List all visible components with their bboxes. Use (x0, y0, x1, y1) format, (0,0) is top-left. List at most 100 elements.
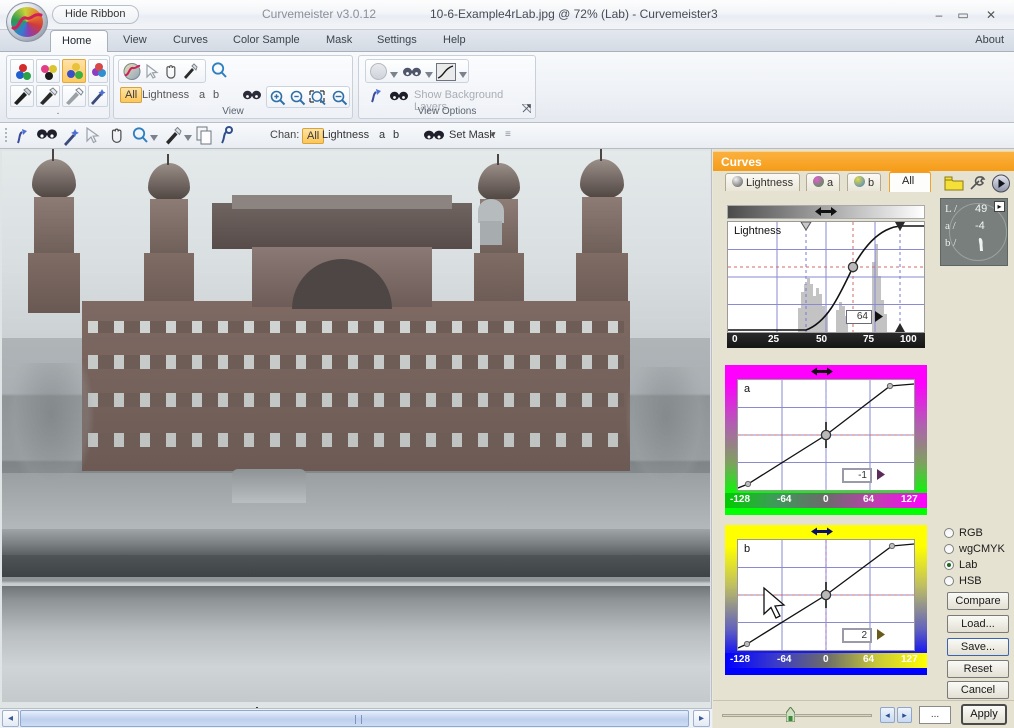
lightness-plot[interactable]: Lightness 64 (727, 221, 925, 333)
dialog-launcher-icon[interactable] (520, 103, 532, 116)
ribbon-channel-lightness[interactable]: Lightness (142, 89, 189, 101)
lab-expand-button[interactable]: ▸ (994, 201, 1005, 212)
chevron-down-icon[interactable] (459, 69, 467, 81)
zoom-magnifier-icon[interactable] (210, 61, 228, 83)
set-mask-label[interactable]: Set Mask (449, 129, 495, 149)
image-canvas[interactable] (0, 149, 712, 708)
lightness-range-handle[interactable] (815, 206, 837, 220)
set-mask-caret-icon[interactable]: ▾ (491, 129, 496, 149)
hide-ribbon-button[interactable]: Hide Ribbon (52, 5, 139, 24)
compare-button[interactable]: Compare (947, 592, 1009, 610)
mask-glasses-icon[interactable] (36, 126, 58, 146)
radio-lab[interactable]: Lab (944, 559, 1010, 573)
copy-icon[interactable] (196, 126, 213, 146)
color-ball-button-3-selected[interactable] (62, 59, 86, 83)
radio-wgcmyk[interactable]: wgCMYK (944, 543, 1010, 557)
zoom-magnifier-icon[interactable] (131, 126, 149, 146)
tab-settings[interactable]: Settings (366, 30, 428, 52)
tab-view[interactable]: View (112, 30, 158, 52)
hand-pan-icon[interactable] (163, 63, 179, 83)
reset-button[interactable]: Reset (947, 660, 1009, 678)
tab-help[interactable]: Help (432, 30, 477, 52)
radio-rgb[interactable]: RGB (944, 527, 1010, 541)
eyedropper-icon[interactable] (164, 126, 182, 146)
lab-readout[interactable]: L / 49 a / -4 b / ▸ (940, 198, 1008, 266)
ribbon-channel-all[interactable]: All (120, 87, 143, 103)
horizontal-scrollbar[interactable]: ◂ ▸ (0, 708, 712, 728)
a-plot[interactable]: a -1 (737, 379, 915, 491)
maximize-button[interactable]: ▭ (954, 7, 972, 23)
tab-home[interactable]: Home (50, 30, 108, 53)
more-options-box[interactable]: ... (919, 706, 951, 724)
lightness-value-arrow-icon[interactable] (874, 310, 884, 326)
curves-tab-lightness[interactable]: Lightness (725, 173, 801, 191)
eyedropper-white-button[interactable] (62, 85, 86, 107)
b-value-arrow-icon[interactable] (876, 628, 886, 644)
tab-color-sample[interactable]: Color Sample (222, 30, 311, 52)
mask-glasses-icon[interactable] (402, 65, 422, 82)
next-button[interactable]: ▸ (897, 707, 912, 723)
prev-button[interactable]: ◂ (880, 707, 895, 723)
minimize-button[interactable]: – (930, 7, 948, 23)
chevron-down-icon[interactable] (390, 69, 398, 81)
cancel-button[interactable]: Cancel (947, 681, 1009, 699)
tab-mask[interactable]: Mask (315, 30, 363, 52)
curves-tab-all[interactable]: All (889, 171, 931, 192)
mask-glasses-icon[interactable] (389, 89, 409, 106)
toolbar-channel-a[interactable]: a (379, 129, 385, 149)
magic-wand-button[interactable] (88, 85, 108, 107)
blend-slider-thumb[interactable] (785, 706, 796, 723)
ribbon-channel-a[interactable]: a (199, 89, 205, 101)
color-ball-button-4[interactable] (88, 59, 108, 83)
scroll-thumb[interactable] (20, 710, 689, 727)
about-link[interactable]: About (975, 34, 1004, 46)
color-ball-button-1[interactable] (10, 59, 34, 83)
toolbar-overflow-button[interactable]: ≡ (505, 129, 511, 149)
wrench-icon[interactable] (968, 175, 986, 195)
toolbar-channel-b[interactable]: b (393, 129, 399, 149)
eyedropper-black-button[interactable] (10, 85, 34, 107)
play-icon[interactable] (991, 174, 1011, 196)
pin-tool-icon[interactable] (13, 126, 31, 146)
tab-curves[interactable]: Curves (162, 30, 219, 52)
blend-slider-track[interactable] (722, 714, 872, 717)
b-value-box[interactable]: 2 (842, 628, 872, 643)
preview-circle-icon[interactable] (370, 63, 387, 80)
pin-tool-icon[interactable] (367, 87, 385, 108)
magic-wand-icon[interactable] (62, 126, 81, 146)
arrow-select-icon[interactable] (84, 126, 101, 146)
arrow-select-icon[interactable] (144, 63, 160, 83)
app-logo-icon[interactable] (6, 2, 48, 42)
ribbon-channel-b[interactable]: b (213, 89, 219, 101)
eyedropper-icon[interactable] (182, 63, 198, 83)
a-range-handle[interactable] (811, 366, 833, 380)
apply-button[interactable]: Apply (961, 704, 1007, 725)
color-ball-button-2[interactable] (36, 59, 60, 83)
radio-hsb[interactable]: HSB (944, 575, 1010, 589)
toolbar-channel-lightness[interactable]: Lightness (322, 129, 369, 149)
scroll-right-button[interactable]: ▸ (693, 710, 710, 727)
curves-tab-b[interactable]: b (847, 173, 882, 191)
close-button[interactable]: ✕ (982, 7, 1000, 23)
a-value-box[interactable]: -1 (842, 468, 872, 483)
load-button[interactable]: Load... (947, 615, 1009, 633)
curvemeister-tool-icon[interactable] (122, 62, 142, 81)
mask-glasses-icon[interactable] (423, 128, 445, 148)
a-curve-box[interactable]: a -1 -128 -64 0 64 127 (725, 365, 927, 515)
toolbar-channel-all[interactable]: All (302, 128, 325, 144)
hand-pan-icon[interactable] (108, 126, 126, 146)
b-range-handle[interactable] (811, 526, 833, 540)
save-button[interactable]: Save... (947, 638, 1009, 656)
b-curve-box[interactable]: b 2 -128 -64 0 64 127 (725, 525, 927, 675)
lightness-curve-box[interactable]: Lightness 64 0 25 50 75 100 (727, 205, 925, 355)
folder-icon[interactable] (944, 175, 964, 195)
curves-tab-a[interactable]: a (806, 173, 841, 191)
eyedropper-gray-button[interactable] (36, 85, 60, 107)
chevron-down-icon[interactable] (425, 69, 433, 81)
a-value-arrow-icon[interactable] (876, 468, 886, 484)
b-plot[interactable]: b 2 (737, 539, 915, 651)
scroll-left-button[interactable]: ◂ (2, 710, 19, 727)
toolbar-grip[interactable] (4, 126, 10, 146)
curve-thumbnail-icon[interactable] (436, 63, 456, 81)
pin-tool-icon[interactable] (218, 126, 235, 146)
